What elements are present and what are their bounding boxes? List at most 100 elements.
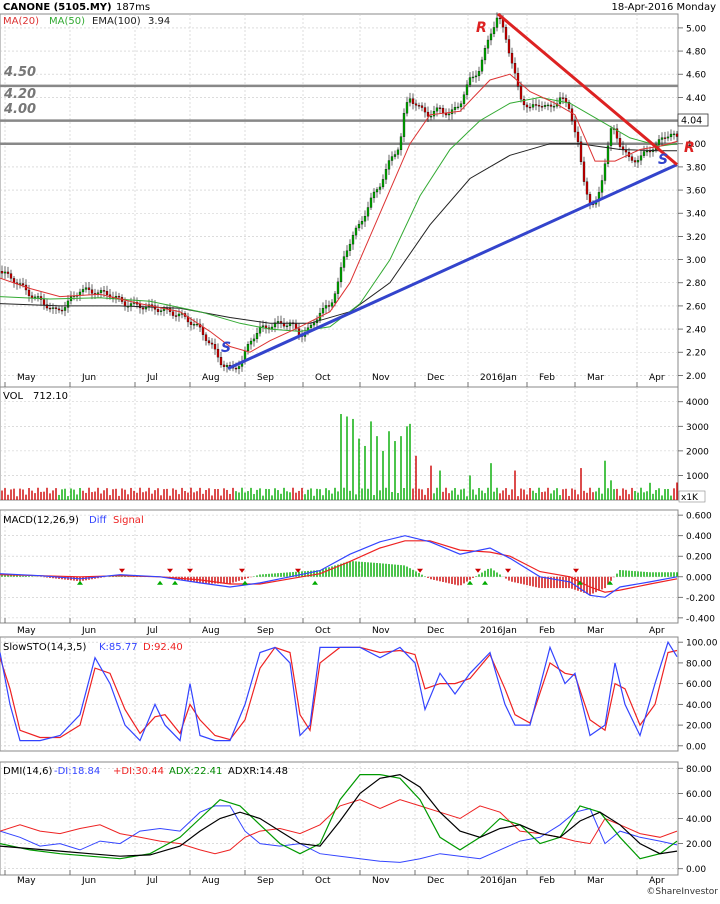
candle-body xyxy=(210,342,214,345)
macd-label: MACD(12,26,9) xyxy=(3,515,79,526)
x-tick-label: 2016Jan xyxy=(480,876,517,886)
candle-body xyxy=(342,256,346,268)
candle-body xyxy=(345,250,349,257)
candle-body xyxy=(480,59,484,72)
y-tick-label: 20.00 xyxy=(686,840,712,850)
x-tick-label: Oct xyxy=(315,373,331,383)
y-tick-label: 4.80 xyxy=(686,48,706,58)
candle-body xyxy=(399,136,403,151)
candle-body xyxy=(579,141,583,163)
legend-ema100: EMA(100) xyxy=(92,16,141,27)
candle-body xyxy=(645,150,649,153)
vol-label: VOL xyxy=(3,391,24,402)
candle-body xyxy=(333,293,337,303)
candle-body xyxy=(435,107,439,112)
candle-body xyxy=(543,105,547,107)
x-tick-label: Feb xyxy=(539,373,555,383)
x-tick-label: May xyxy=(17,876,36,886)
candle-body xyxy=(360,221,364,225)
y-tick-label: 4000 xyxy=(686,398,709,408)
candle-body xyxy=(432,110,436,117)
resistance-label-top: R xyxy=(476,20,487,36)
candle-body xyxy=(195,323,199,326)
candle-body xyxy=(408,98,412,103)
candle-body xyxy=(429,115,433,118)
candle-body xyxy=(420,105,424,108)
y-tick-label: 80.00 xyxy=(686,765,712,775)
candle-body xyxy=(576,131,580,142)
candle-body xyxy=(12,278,16,283)
candle-body xyxy=(447,113,451,116)
y-tick-label: 3.60 xyxy=(686,187,706,197)
candle-body xyxy=(642,151,646,156)
candle-body xyxy=(48,307,52,310)
candle-body xyxy=(36,296,40,298)
x-tick-label: Apr xyxy=(649,626,665,636)
y-tick-label: 0.000 xyxy=(686,573,712,583)
candle-body xyxy=(90,289,94,294)
x-tick-label: Nov xyxy=(372,373,390,383)
candle-body xyxy=(99,290,103,293)
x-tick-label: Jun xyxy=(81,373,96,383)
y-tick-label: 2.80 xyxy=(686,279,706,289)
candle-body xyxy=(9,273,13,279)
candle-body xyxy=(84,287,88,290)
y-tick-label: 40.00 xyxy=(686,701,712,711)
x-tick-label: Mar xyxy=(587,876,604,886)
candle-body xyxy=(27,289,31,296)
candle-body xyxy=(156,309,160,312)
candle-body xyxy=(489,33,493,41)
candle-body xyxy=(339,267,343,283)
y-tick-label: 0.400 xyxy=(686,532,712,542)
macd-diff-label: Diff xyxy=(89,515,107,526)
x-tick-label: Mar xyxy=(587,373,604,383)
candle-body xyxy=(546,104,550,107)
vol-unit: x1K xyxy=(681,493,699,503)
candle-body xyxy=(639,155,643,161)
candle-body xyxy=(171,311,175,316)
candle-body xyxy=(261,325,265,327)
candle-body xyxy=(492,27,496,35)
y-tick-label: 4.60 xyxy=(686,71,706,81)
candle-body xyxy=(363,215,367,222)
x-tick-label: 2016Jan xyxy=(480,626,517,636)
candle-body xyxy=(483,48,487,61)
dmi-plus-di-label: +DI:30.44 xyxy=(113,766,164,777)
candle-body xyxy=(201,327,205,335)
y-tick-label: -0.200 xyxy=(686,594,715,604)
candle-body xyxy=(564,98,568,103)
candle-body xyxy=(441,107,445,114)
candle-body xyxy=(537,104,541,107)
y-tick-label: -0.400 xyxy=(686,614,715,624)
x-tick-label: Nov xyxy=(372,626,390,636)
y-tick-label: 0.00 xyxy=(686,742,706,752)
ticker-title: CANONE (5105.MY) xyxy=(3,2,112,13)
candle-body xyxy=(636,160,640,163)
candle-body xyxy=(204,334,208,341)
y-tick-label: 3.20 xyxy=(686,233,706,243)
y-tick-label: 3.00 xyxy=(686,256,706,266)
candle-body xyxy=(285,325,289,328)
candle-body xyxy=(81,289,85,293)
candle-body xyxy=(519,86,523,100)
candle-body xyxy=(249,340,253,345)
candle-body xyxy=(255,333,259,340)
vol-value: 712.10 xyxy=(33,391,68,402)
y-tick-label: 60.00 xyxy=(686,680,712,690)
dmi-label: DMI(14,6) xyxy=(3,766,52,777)
x-tick-label: Jul xyxy=(146,626,158,636)
x-tick-label: Apr xyxy=(649,876,665,886)
candle-body xyxy=(141,307,145,310)
candle-body xyxy=(438,107,442,109)
candle-body xyxy=(324,305,328,309)
candle-body xyxy=(462,94,466,104)
candle-body xyxy=(222,364,226,367)
candle-body xyxy=(225,365,229,367)
candle-body xyxy=(468,77,472,85)
candle-body xyxy=(336,281,340,294)
y-tick-label: 0.00 xyxy=(686,865,706,875)
candle-body xyxy=(378,186,382,190)
x-tick-label: May xyxy=(17,626,36,636)
candle-body xyxy=(51,307,55,309)
sto-label: SlowSTO(14,3,5) xyxy=(3,642,86,653)
